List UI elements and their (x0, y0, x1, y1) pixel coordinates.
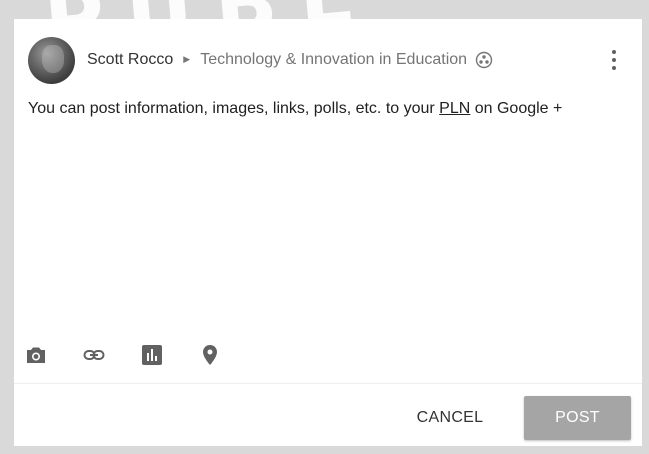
attachment-toolbar (24, 341, 256, 369)
share-arrow-icon: ▶ (183, 53, 191, 64)
more-vert-icon[interactable] (604, 48, 624, 72)
post-header: Scott Rocco ▶ Technology & Innovation in… (28, 36, 628, 84)
link-icon[interactable] (82, 343, 106, 367)
post-button[interactable]: POST (524, 396, 631, 440)
post-composer-card: Scott Rocco ▶ Technology & Innovation in… (14, 19, 642, 446)
post-body-text: You can post information, images, links,… (28, 100, 440, 117)
community-name[interactable]: Technology & Innovation in Education (200, 51, 467, 69)
circles-icon (475, 51, 493, 69)
camera-icon[interactable] (24, 343, 48, 367)
post-body[interactable]: You can post information, images, links,… (28, 100, 628, 118)
avatar[interactable] (28, 36, 75, 84)
cancel-button[interactable]: CANCEL (405, 396, 495, 440)
location-icon[interactable] (198, 343, 222, 367)
poll-icon[interactable] (140, 343, 164, 367)
author-name[interactable]: Scott Rocco (87, 51, 173, 69)
post-body-text-end: on Google + (470, 100, 563, 117)
footer-divider (14, 383, 642, 384)
composer-footer: CANCEL POST (14, 396, 642, 440)
pln-link[interactable]: PLN (439, 100, 470, 117)
